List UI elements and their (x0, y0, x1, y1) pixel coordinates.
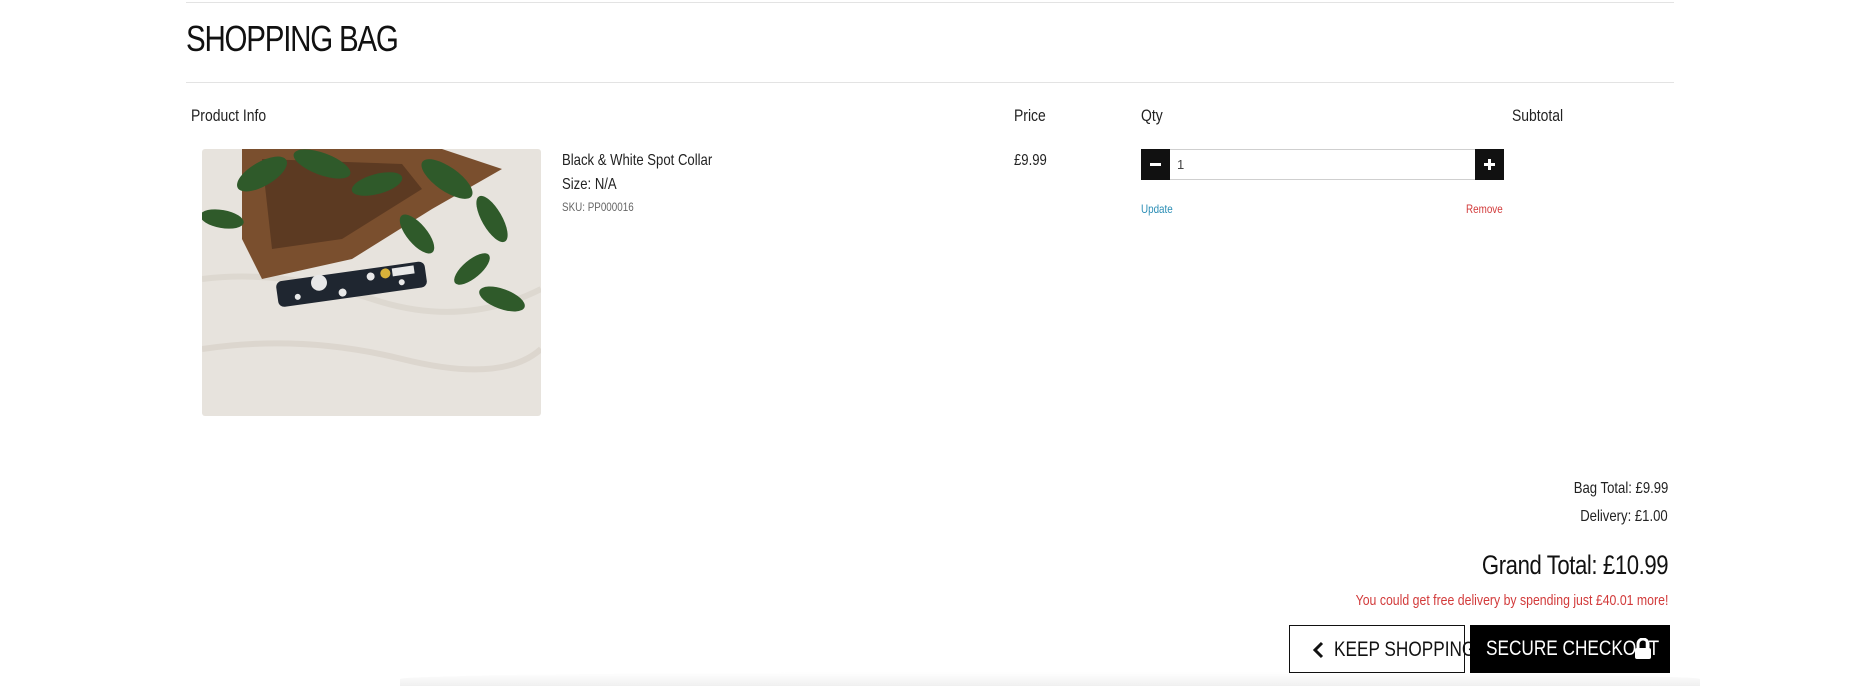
free-delivery-message: You could get free delivery by spending … (1355, 592, 1668, 609)
lock-icon (1634, 637, 1652, 665)
col-header-qty: Qty (1141, 106, 1163, 125)
keep-shopping-button[interactable]: KEEP SHOPPING (1289, 625, 1475, 673)
product-size: Size: N/A (562, 176, 617, 193)
keep-shopping-label: KEEP SHOPPING (1334, 638, 1476, 661)
col-header-subtotal: Subtotal (1512, 106, 1564, 125)
title-divider (186, 82, 1674, 83)
plus-icon[interactable] (1475, 149, 1504, 180)
col-header-product: Product Info (191, 106, 267, 125)
product-sku: SKU: PP000016 (562, 200, 634, 214)
bottom-shadow (400, 672, 1700, 686)
delivery-cost: Delivery: £1.00 (1580, 508, 1668, 525)
update-link[interactable]: Update (1141, 202, 1173, 216)
col-header-price: Price (1014, 106, 1046, 125)
product-name[interactable]: Black & White Spot Collar (562, 152, 712, 170)
chevron-left-icon (1312, 641, 1324, 664)
bag-total: Bag Total: £9.99 (1573, 480, 1668, 497)
quantity-input[interactable] (1171, 150, 1471, 179)
minus-icon[interactable] (1141, 149, 1170, 180)
page-title: SHOPPING BAG (186, 18, 399, 59)
grand-total: Grand Total: £10.99 (1481, 550, 1669, 580)
remove-link[interactable]: Remove (1466, 202, 1503, 216)
product-image[interactable] (202, 149, 541, 416)
product-price: £9.99 (1014, 152, 1047, 169)
secure-checkout-button[interactable]: SECURE CHECKOUT (1470, 625, 1670, 673)
top-divider (186, 2, 1674, 3)
